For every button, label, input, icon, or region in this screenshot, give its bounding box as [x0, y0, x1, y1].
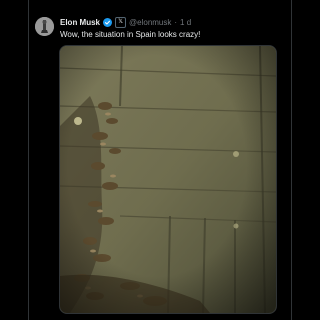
- verified-badge-icon: [103, 17, 113, 27]
- tweet-media[interactable]: [59, 45, 277, 314]
- video-frame: [60, 46, 276, 313]
- avatar[interactable]: [35, 17, 54, 36]
- post-time[interactable]: 1 d: [180, 18, 191, 27]
- tweet-header: Elon Musk 𝕏 @elonmusk · 1 d: [60, 16, 191, 28]
- author-name[interactable]: Elon Musk: [60, 18, 100, 27]
- x-logo-icon[interactable]: 𝕏: [115, 16, 127, 28]
- tweet-text: Wow, the situation in Spain looks crazy!: [60, 30, 201, 39]
- author-handle[interactable]: @elonmusk: [129, 18, 171, 27]
- separator-dot: ·: [174, 17, 178, 27]
